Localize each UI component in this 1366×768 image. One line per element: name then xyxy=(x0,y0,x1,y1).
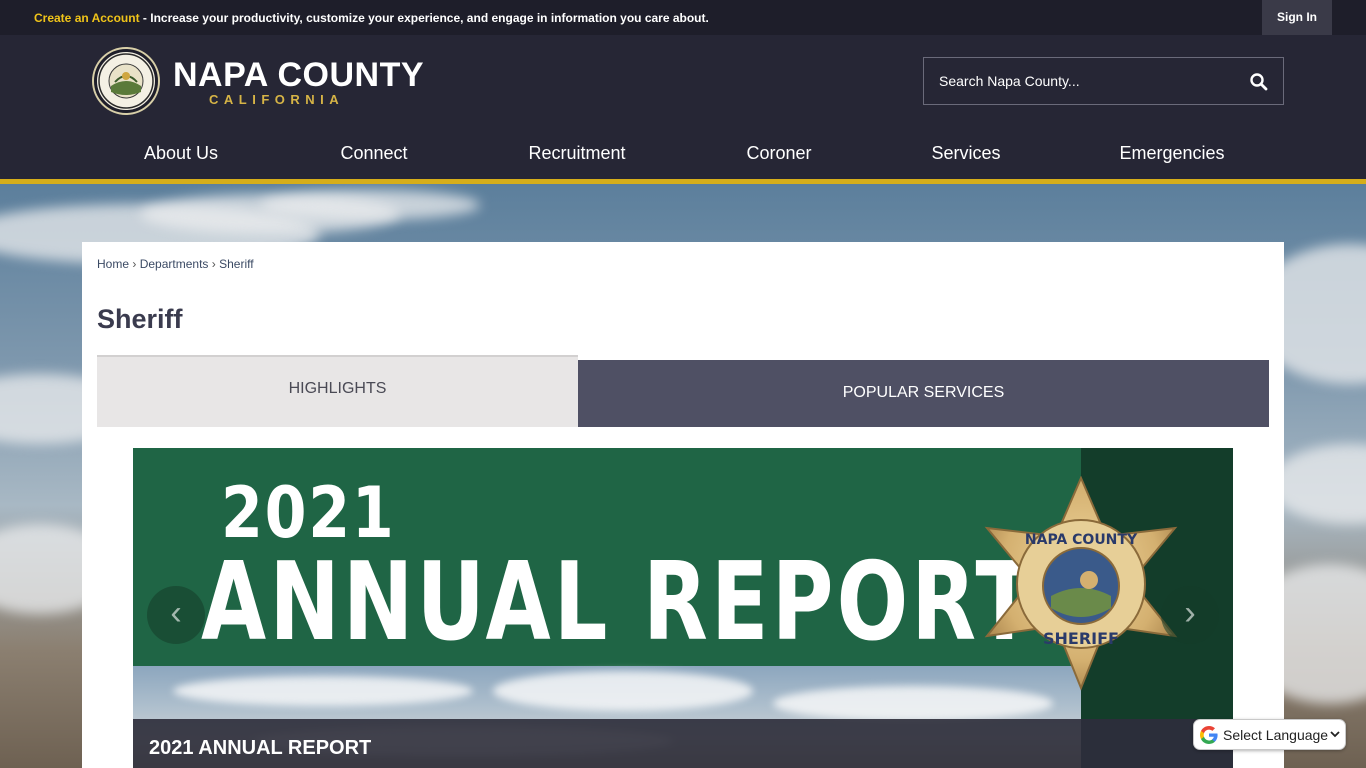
badge-bottom-text: SHERIFF xyxy=(1043,629,1119,648)
breadcrumb: Home › Departments › Sheriff xyxy=(97,257,254,271)
page-title: Sheriff xyxy=(97,304,183,334)
tab-popular-services[interactable]: POPULAR SERVICES xyxy=(578,360,1269,427)
sign-in-button[interactable]: Sign In xyxy=(1262,0,1332,35)
nav-coroner[interactable]: Coroner xyxy=(746,143,811,164)
search-icon[interactable] xyxy=(1247,70,1271,94)
tab-highlights[interactable]: HIGHLIGHTS xyxy=(97,355,578,427)
carousel-prev-button[interactable]: ‹ xyxy=(147,586,205,644)
account-message-text: - Increase your productivity, customize … xyxy=(139,11,709,25)
google-icon xyxy=(1200,726,1218,744)
site-header: NAPA COUNTY CALIFORNIA About Us Connect … xyxy=(0,35,1366,184)
slide-caption-bar: 2021 ANNUAL REPORT xyxy=(133,719,1081,768)
breadcrumb-home[interactable]: Home xyxy=(97,257,129,271)
breadcrumb-current: Sheriff xyxy=(219,257,254,271)
top-utility-bar: Create an Account - Increase your produc… xyxy=(0,0,1366,35)
nav-services[interactable]: Services xyxy=(931,143,1000,164)
breadcrumb-separator: › xyxy=(211,257,216,271)
nav-connect[interactable]: Connect xyxy=(340,143,407,164)
breadcrumb-departments[interactable]: Departments xyxy=(140,257,209,271)
search-input[interactable] xyxy=(924,58,1234,104)
account-message: Create an Account - Increase your produc… xyxy=(34,11,709,25)
nav-recruitment[interactable]: Recruitment xyxy=(528,143,625,164)
sheriff-badge-icon: NAPA COUNTY SHERIFF xyxy=(984,476,1178,691)
county-seal-logo[interactable] xyxy=(94,49,158,113)
slide-caption[interactable]: 2021 ANNUAL REPORT xyxy=(149,737,371,760)
search-box xyxy=(923,57,1284,105)
badge-top-text: NAPA COUNTY xyxy=(1025,532,1138,548)
chevron-down-icon xyxy=(1330,731,1340,738)
site-subtitle: CALIFORNIA xyxy=(209,92,345,107)
tab-popular-services-label: POPULAR SERVICES xyxy=(842,384,1005,401)
carousel-next-button[interactable]: › xyxy=(1161,586,1219,644)
language-select-label: Select Language xyxy=(1223,727,1329,743)
site-title[interactable]: NAPA COUNTY xyxy=(173,58,424,92)
slide-headline: ANNUAL REPORT xyxy=(201,540,1037,665)
main-nav: About Us Connect Recruitment Coroner Ser… xyxy=(0,135,1366,175)
breadcrumb-separator: › xyxy=(132,257,137,271)
create-account-link[interactable]: Create an Account xyxy=(34,11,140,25)
content-panel: Home › Departments › Sheriff Sheriff HIG… xyxy=(82,242,1284,768)
tab-highlights-label: HIGHLIGHTS xyxy=(288,380,387,397)
nav-emergencies[interactable]: Emergencies xyxy=(1119,143,1224,164)
language-select[interactable]: Select Language xyxy=(1193,719,1346,750)
carousel-slide[interactable]: 2021 ANNUAL REPORT NAPA COUNTY SHERIFF ‹… xyxy=(133,448,1233,768)
nav-about-us[interactable]: About Us xyxy=(144,143,218,164)
